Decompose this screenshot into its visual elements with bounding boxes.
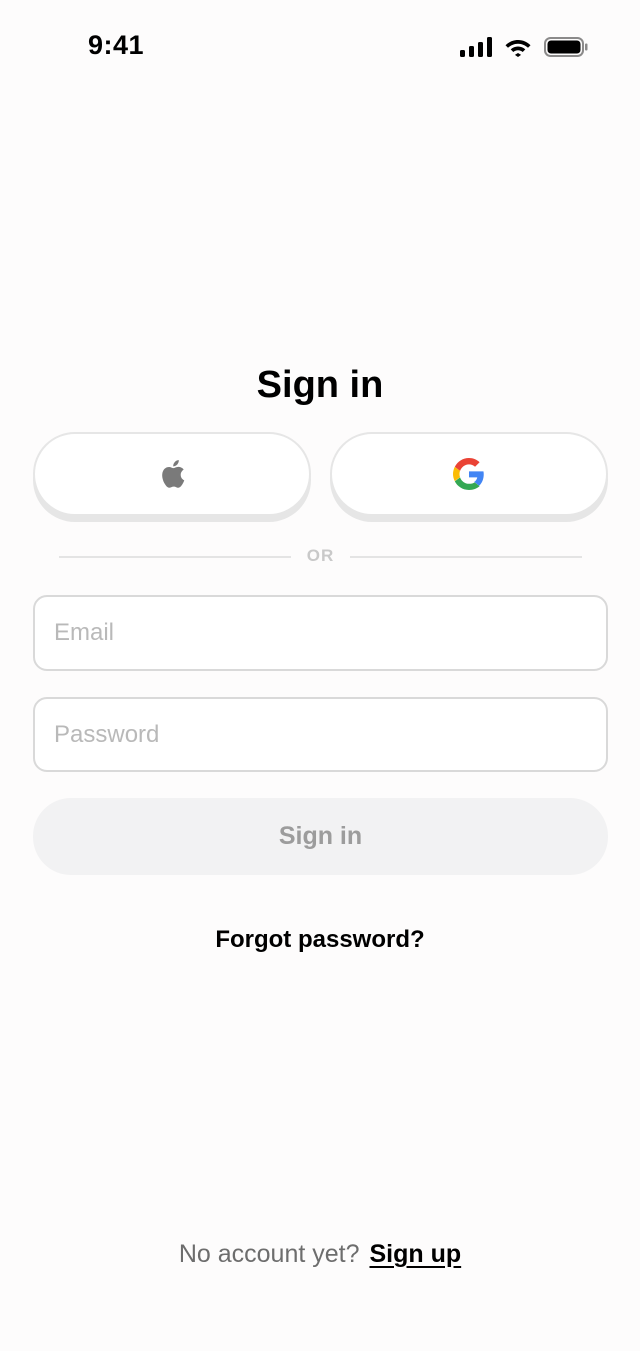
password-field-container xyxy=(33,697,608,772)
signin-button[interactable]: Sign in xyxy=(33,798,608,875)
signin-screen: 9:41 Sign in OR Email Sign in Forgot pas… xyxy=(0,0,640,1351)
forgot-password-link[interactable]: Forgot password? xyxy=(0,926,640,954)
signup-link[interactable]: Sign up xyxy=(370,1240,462,1268)
divider-line-right xyxy=(350,556,582,558)
divider-line-left xyxy=(59,556,291,558)
apple-icon xyxy=(162,460,185,488)
email-field[interactable] xyxy=(35,597,606,669)
password-field[interactable] xyxy=(35,699,606,770)
email-field-container xyxy=(33,595,608,671)
google-signin-button[interactable] xyxy=(330,432,608,516)
battery-icon xyxy=(544,36,588,57)
signal-icon xyxy=(460,36,492,57)
divider-text: OR xyxy=(306,546,335,565)
no-account-text: No account yet? xyxy=(178,1240,360,1268)
google-icon xyxy=(453,458,484,490)
status-bar: 9:41 xyxy=(0,0,640,96)
status-icons xyxy=(460,36,588,57)
apple-signin-button[interactable] xyxy=(33,432,311,516)
or-divider: OR xyxy=(59,546,582,568)
signup-footer: No account yet? Sign up xyxy=(0,1240,640,1269)
wifi-icon xyxy=(505,40,531,57)
status-time: 9:41 xyxy=(88,30,145,60)
page-title: Sign in xyxy=(256,364,384,406)
